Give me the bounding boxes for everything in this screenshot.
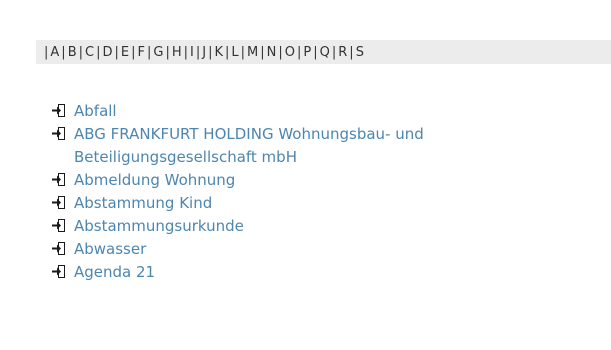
alphabet-letter-g[interactable]: G: [153, 45, 163, 60]
alphabet-separator: |: [260, 44, 265, 60]
alphabet-separator: |: [225, 44, 230, 60]
alphabet-letter-k[interactable]: K: [214, 45, 223, 60]
alphabet-letter-f[interactable]: F: [137, 45, 144, 60]
alphabet-letter-o[interactable]: O: [285, 45, 295, 60]
arrow-right-box-icon: [52, 242, 65, 255]
list-item: Abwasser: [52, 238, 607, 261]
list-item: Abstammung Kind: [52, 192, 607, 215]
alphabet-letter-q[interactable]: Q: [320, 45, 330, 60]
alphabet-letter-a[interactable]: A: [50, 45, 59, 60]
entry-link[interactable]: Abfall: [74, 102, 117, 120]
alphabet-letter-p[interactable]: P: [303, 45, 311, 60]
alphabet-separator: |: [78, 44, 83, 60]
list-item: Abmeldung Wohnung: [52, 169, 607, 192]
alphabet-letter-c[interactable]: C: [85, 45, 94, 60]
alphabet-separator: |: [183, 44, 188, 60]
arrow-right-box-icon: [52, 196, 65, 209]
entry-link[interactable]: Abstammungsurkunde: [74, 217, 244, 235]
entry-link[interactable]: Agenda 21: [74, 263, 155, 281]
alphabet-index-bar: | A | B | C | D | E | F | G | H | I | J | K | L | M | N | O | P | Q | R | S: [36, 40, 611, 64]
entry-link[interactable]: Abmeldung Wohnung: [74, 171, 235, 189]
entry-link[interactable]: ABG FRANKFURT HOLDING Wohnungsbau- und B…: [74, 125, 424, 166]
alphabet-letter-l[interactable]: L: [231, 45, 238, 60]
arrow-right-box-icon: [52, 265, 65, 278]
list-item: ABG FRANKFURT HOLDING Wohnungsbau- und B…: [52, 123, 607, 169]
alphabet-letter-r[interactable]: R: [338, 45, 347, 60]
alphabet-letter-s[interactable]: S: [356, 45, 364, 60]
alphabet-separator: |: [146, 44, 152, 60]
list-item: Abstammungsurkunde: [52, 215, 607, 238]
alphabet-separator: |: [240, 44, 246, 60]
alphabet-separator: |: [331, 44, 337, 60]
entry-link[interactable]: Abstammung Kind: [74, 194, 212, 212]
alphabet-separator: |: [44, 44, 49, 60]
alphabet-separator: |: [297, 44, 302, 60]
alphabet-separator: |: [114, 44, 119, 60]
alphabet-letter-e[interactable]: E: [121, 45, 129, 60]
alphabet-letter-b[interactable]: B: [68, 45, 77, 60]
alphabet-separator: |: [349, 44, 354, 60]
alphabet-letter-m[interactable]: M: [247, 45, 258, 60]
alphabet-letter-h[interactable]: H: [172, 45, 182, 60]
arrow-right-box-icon: [52, 127, 65, 140]
alphabet-separator: |: [208, 44, 213, 60]
alphabet-letter-d[interactable]: D: [102, 45, 112, 60]
alphabet-letter-n[interactable]: N: [267, 45, 277, 60]
entry-list: Abfall ABG FRANKFURT HOLDING Wohnungsbau-…: [52, 100, 607, 284]
alphabet-separator: |: [195, 44, 201, 60]
arrow-right-box-icon: [52, 104, 65, 117]
entry-link[interactable]: Abwasser: [74, 240, 146, 258]
arrow-right-box-icon: [52, 173, 65, 186]
alphabet-separator: |: [165, 44, 170, 60]
list-item: Abfall: [52, 100, 607, 123]
alphabet-separator: |: [61, 44, 66, 60]
alphabet-separator: |: [96, 44, 101, 60]
arrow-right-box-icon: [52, 219, 65, 232]
alphabet-separator: |: [131, 44, 136, 60]
alphabet-separator: |: [313, 44, 318, 60]
alphabet-separator: |: [278, 44, 283, 60]
list-item: Agenda 21: [52, 261, 607, 284]
